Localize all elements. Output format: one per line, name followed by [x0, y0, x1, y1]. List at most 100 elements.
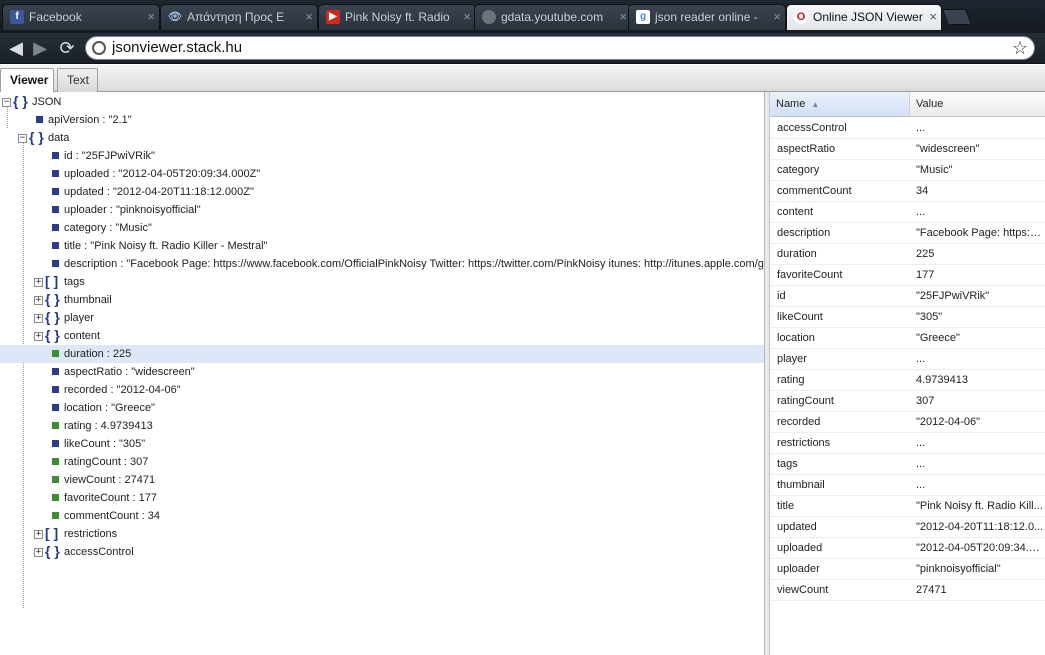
grid-row[interactable]: player...	[770, 349, 1045, 370]
column-name-label: Name	[776, 98, 806, 110]
grid-row[interactable]: title "Pink Noisy ft. Radio Kill...	[770, 496, 1045, 517]
expand-icon[interactable]: +	[34, 548, 43, 557]
tree-leaf[interactable]: viewCount : 27471	[0, 471, 764, 489]
tree-node[interactable]: −{ } JSON	[0, 93, 764, 111]
url-input[interactable]	[112, 38, 992, 58]
tree-node-label: content	[64, 330, 101, 342]
collapse-icon[interactable]: −	[18, 134, 27, 143]
grid-row[interactable]: viewCount 27471	[770, 580, 1045, 601]
grid-row[interactable]: thumbnail...	[770, 475, 1045, 496]
tree-leaf[interactable]: uploaded : "2012-04-05T20:09:34.000Z"	[0, 165, 764, 183]
address-bar[interactable]: ☆	[85, 36, 1035, 60]
grid-row[interactable]: duration 225	[770, 244, 1045, 265]
tree-leaf[interactable]: duration : 225	[0, 345, 764, 363]
close-icon[interactable]: ×	[929, 5, 937, 29]
youtube-icon: ▶	[326, 10, 340, 24]
tree-node[interactable]: +[ ] tags	[0, 273, 764, 291]
grid-row[interactable]: content...	[770, 202, 1045, 223]
grid-cell-value: ...	[916, 437, 926, 449]
expand-icon[interactable]: +	[34, 332, 43, 341]
tree-node[interactable]: +{ } accessControl	[0, 543, 764, 561]
browser-tab-facebook[interactable]: f Facebook ×	[2, 4, 160, 30]
grid-row[interactable]: likeCount "305"	[770, 307, 1045, 328]
column-header-value[interactable]: Value	[910, 92, 1045, 116]
tree-leaf[interactable]: favoriteCount : 177	[0, 489, 764, 507]
browser-tab-json-viewer[interactable]: O Online JSON Viewer ×	[786, 4, 942, 30]
browser-tab-gdata[interactable]: gdata.youtube.com ×	[474, 4, 632, 30]
new-tab-button[interactable]	[942, 9, 972, 25]
grid-row[interactable]: aspectRatio "widescreen"	[770, 139, 1045, 160]
close-icon[interactable]: ×	[463, 5, 471, 29]
tree-leaf[interactable]: aspectRatio : "widescreen"	[0, 363, 764, 381]
string-value-icon	[52, 404, 59, 411]
tab-viewer[interactable]: Viewer	[0, 68, 54, 93]
close-icon[interactable]: ×	[619, 5, 627, 29]
close-icon[interactable]: ×	[773, 5, 781, 29]
browser-tab-youtube[interactable]: ▶ Pink Noisy ft. Radio ×	[318, 4, 476, 30]
grid-row[interactable]: tags...	[770, 454, 1045, 475]
tree-leaf[interactable]: uploader : "pinknoisyofficial"	[0, 201, 764, 219]
back-icon[interactable]: ◀	[4, 36, 28, 60]
tab-text[interactable]: Text	[57, 68, 98, 92]
tree-leaf[interactable]: description : "Facebook Page: https://ww…	[0, 255, 764, 273]
tree-leaf[interactable]: apiVersion : "2.1"	[0, 111, 764, 129]
grid-row[interactable]: uploader "pinknoisyofficial"	[770, 559, 1045, 580]
tree-leaf[interactable]: rating : 4.9739413	[0, 417, 764, 435]
grid-row[interactable]: restrictions...	[770, 433, 1045, 454]
tree-leaf[interactable]: commentCount : 34	[0, 507, 764, 525]
grid-cell-name: title	[777, 500, 795, 512]
grid-row[interactable]: commentCount 34	[770, 181, 1045, 202]
grid-row[interactable]: uploaded "2012-04-05T20:09:34.0...	[770, 538, 1045, 559]
expand-icon[interactable]: +	[34, 296, 43, 305]
forward-icon[interactable]: ▶	[28, 36, 52, 60]
browser-tab-reply[interactable]: 👁 Απάντηση Προς Ε ×	[160, 4, 318, 30]
tree-leaf-label: duration : 225	[64, 348, 132, 360]
grid-row[interactable]: category "Music"	[770, 160, 1045, 181]
expand-icon[interactable]: +	[34, 530, 43, 539]
tree-leaf[interactable]: title : "Pink Noisy ft. Radio Killer - M…	[0, 237, 764, 255]
tree-node[interactable]: −{ } data	[0, 129, 764, 147]
string-value-icon	[52, 188, 59, 195]
tree-node[interactable]: +{ } thumbnail	[0, 291, 764, 309]
expand-icon[interactable]: +	[34, 278, 43, 287]
object-icon: { }	[45, 309, 60, 325]
tree-leaf[interactable]: id : "25FJPwiVRik"	[0, 147, 764, 165]
grid-row[interactable]: favoriteCount 177	[770, 265, 1045, 286]
grid-row[interactable]: location "Greece"	[770, 328, 1045, 349]
tree-node[interactable]: +[ ] restrictions	[0, 525, 764, 543]
grid-cell-name: restrictions	[777, 437, 831, 449]
tree-leaf[interactable]: recorded : "2012-04-06"	[0, 381, 764, 399]
tree-leaf[interactable]: category : "Music"	[0, 219, 764, 237]
array-icon: [ ]	[45, 273, 59, 289]
string-value-icon	[52, 206, 59, 213]
tree-leaf[interactable]: location : "Greece"	[0, 399, 764, 417]
tree-leaf-label: likeCount : "305"	[64, 438, 146, 450]
close-icon[interactable]: ×	[147, 5, 155, 29]
browser-tab-title: Online JSON Viewer	[813, 10, 923, 24]
json-tree[interactable]: −{ } JSON apiVersion : "2.1" −{ } data id : "…	[0, 92, 764, 655]
grid-row[interactable]: rating 4.9739413	[770, 370, 1045, 391]
globe-icon	[482, 10, 496, 24]
collapse-icon[interactable]: −	[2, 98, 11, 107]
tree-leaf[interactable]: likeCount : "305"	[0, 435, 764, 453]
sort-ascending-icon: ▲	[811, 100, 820, 109]
grid-row[interactable]: updated "2012-04-20T11:18:12.0...	[770, 517, 1045, 538]
tree-leaf-label: recorded : "2012-04-06"	[64, 384, 181, 396]
browser-tab-google[interactable]: g json reader online - ×	[628, 4, 786, 30]
number-value-icon	[52, 494, 59, 501]
grid-row[interactable]: ratingCount 307	[770, 391, 1045, 412]
close-icon[interactable]: ×	[305, 5, 313, 29]
expand-icon[interactable]: +	[34, 314, 43, 323]
grid-row[interactable]: accessControl...	[770, 118, 1045, 139]
grid-row[interactable]: recorded "2012-04-06"	[770, 412, 1045, 433]
tree-node[interactable]: +{ } content	[0, 327, 764, 345]
bookmark-star-icon[interactable]: ☆	[1012, 37, 1028, 59]
tree-leaf[interactable]: updated : "2012-04-20T11:18:12.000Z"	[0, 183, 764, 201]
tree-leaf[interactable]: ratingCount : 307	[0, 453, 764, 471]
tree-node[interactable]: +{ } player	[0, 309, 764, 327]
column-header-name[interactable]: Name ▲	[770, 92, 910, 116]
reload-icon[interactable]: ⟳	[55, 36, 79, 60]
browser-tab-title: Pink Noisy ft. Radio	[345, 10, 450, 24]
grid-row[interactable]: id "25FJPwiVRik"	[770, 286, 1045, 307]
grid-row[interactable]: description "Facebook Page: https://...	[770, 223, 1045, 244]
